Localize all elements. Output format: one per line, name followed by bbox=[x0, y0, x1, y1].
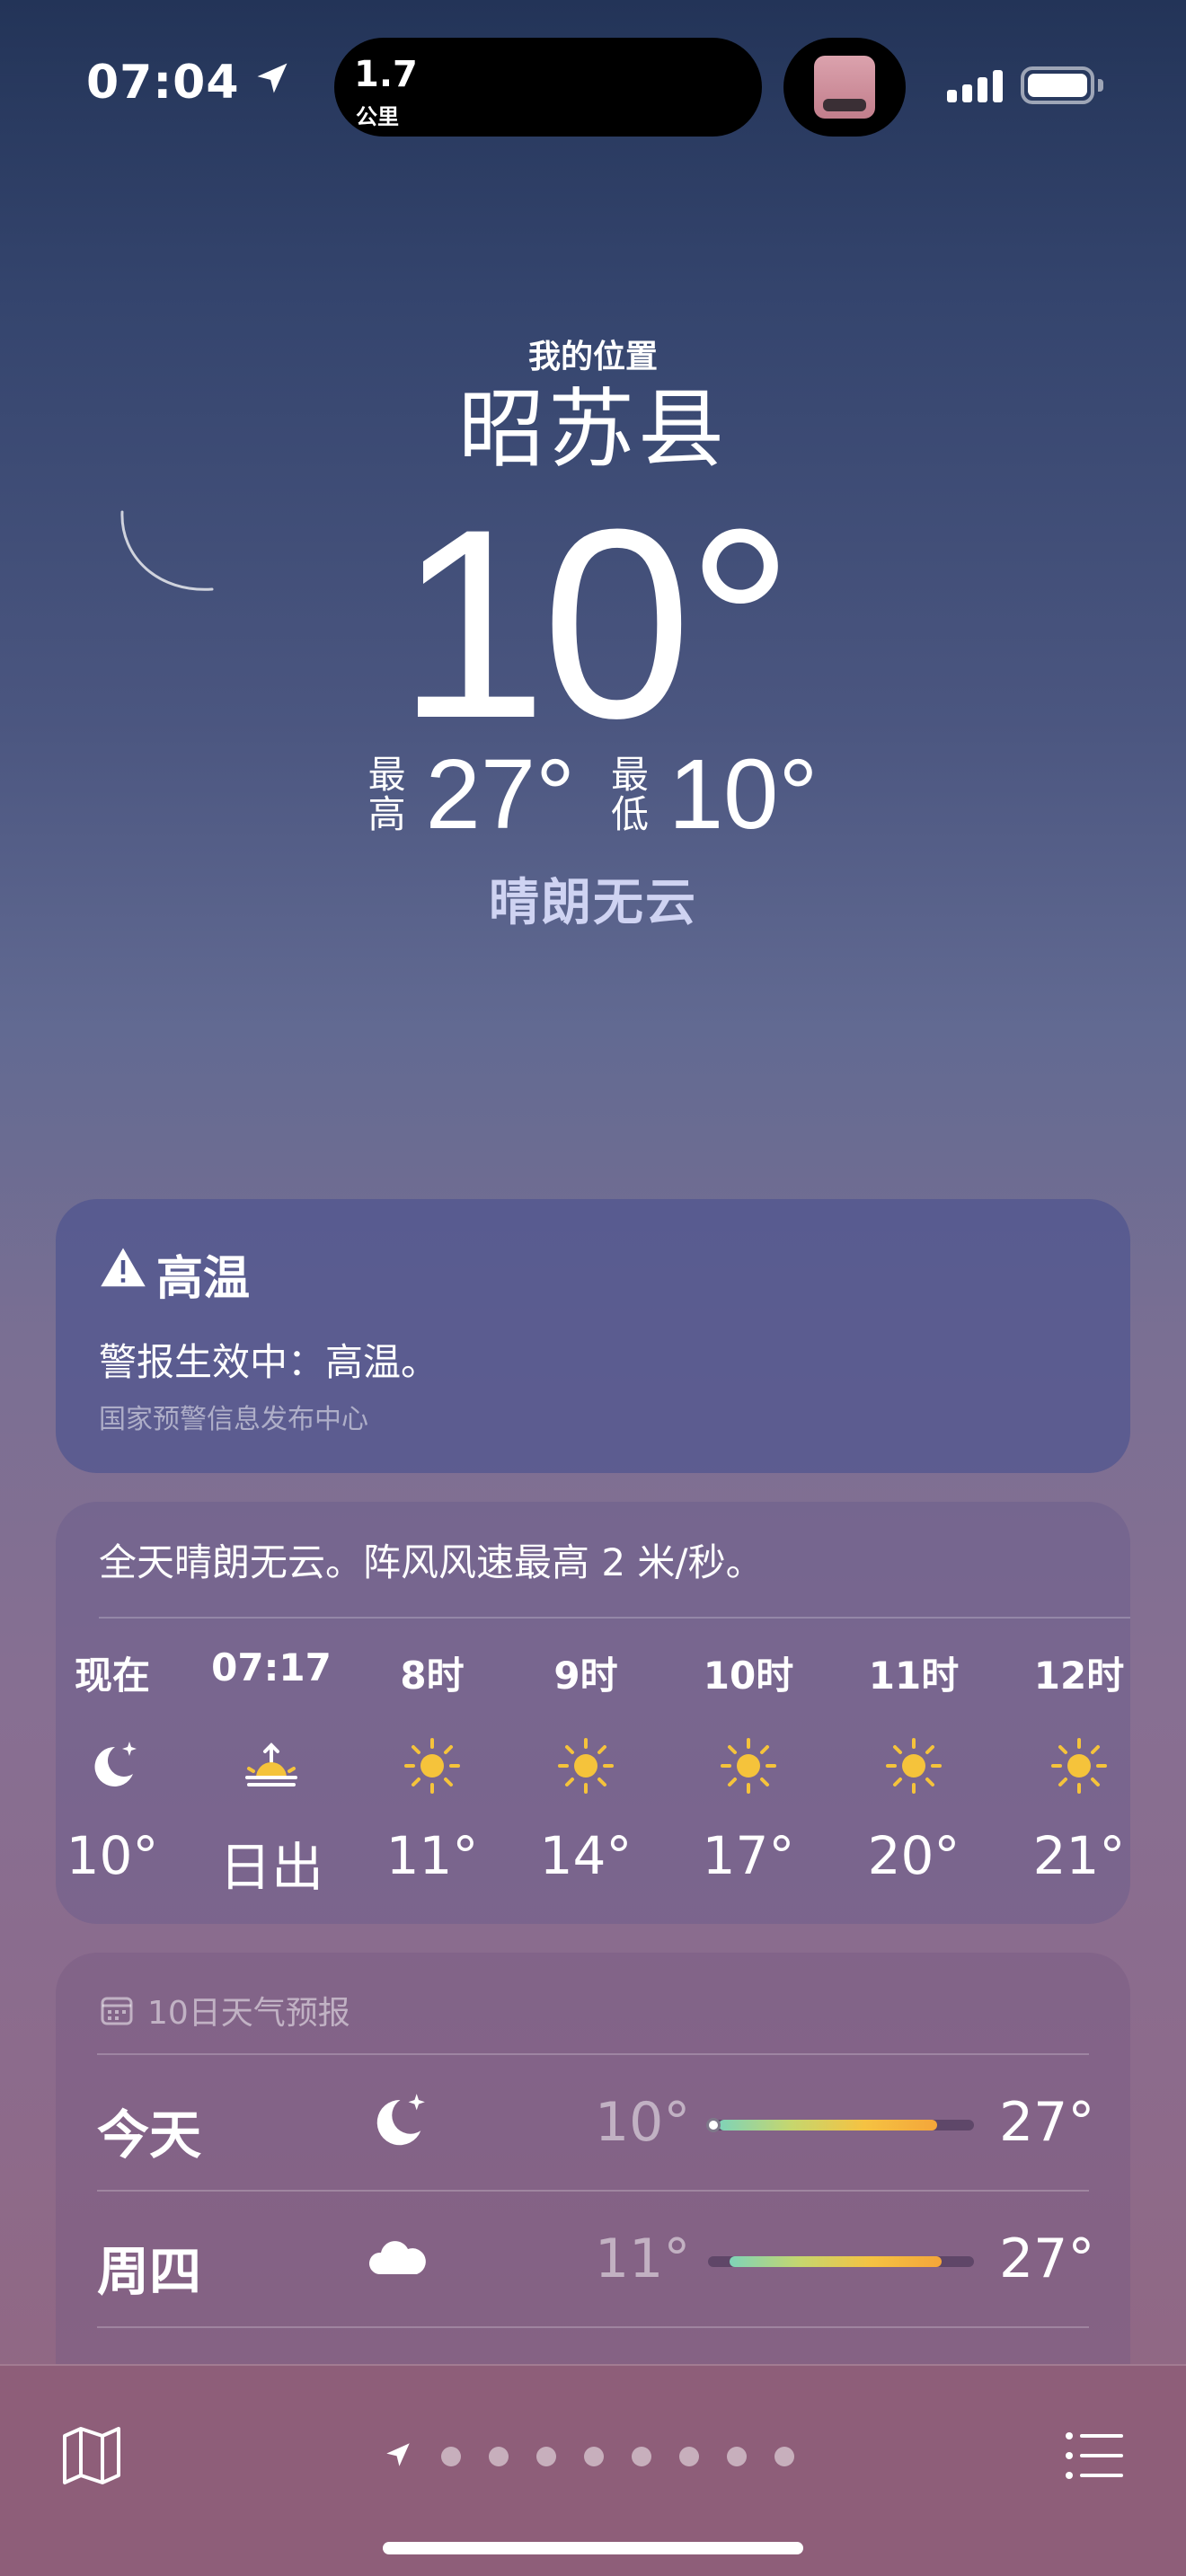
hour-temp: 11° bbox=[385, 1825, 479, 1886]
hour-temp: 日出 bbox=[218, 1837, 323, 1898]
page-dot[interactable] bbox=[774, 2447, 794, 2466]
forecast-day: 周四 bbox=[97, 2241, 202, 2302]
hourly-forecast-card[interactable]: 全天晴朗无云。阵风风速最高 2 米/秒。 现在 10° 07:17 日出 8时 … bbox=[56, 1502, 1130, 1924]
sun-icon bbox=[1012, 1721, 1146, 1811]
hour-item: 12时 21° bbox=[1012, 1645, 1146, 1886]
forecast-low: 10° bbox=[595, 2091, 691, 2154]
clock: 07:04 bbox=[86, 56, 292, 110]
low-value: 10° bbox=[668, 739, 819, 850]
hour-temp: 20° bbox=[867, 1825, 960, 1886]
hour-temp: 17° bbox=[702, 1825, 795, 1886]
page-dot[interactable] bbox=[489, 2447, 509, 2466]
high-label-char-1: 最 bbox=[367, 752, 406, 797]
bottom-toolbar bbox=[0, 2364, 1186, 2576]
high-label-char-2: 高 bbox=[367, 792, 406, 836]
hour-label: 07:17 bbox=[211, 1645, 332, 1689]
hour-label: 10时 bbox=[703, 1654, 794, 1698]
sun-icon bbox=[365, 1721, 500, 1811]
forecast-row[interactable]: 今天 10° 27° bbox=[56, 2055, 1130, 2190]
moon-stars-icon bbox=[45, 1721, 180, 1811]
distance-unit: 公里 bbox=[356, 104, 399, 129]
hour-item: 8时 11° bbox=[365, 1645, 500, 1886]
sun-icon bbox=[681, 1721, 816, 1811]
calendar-icon bbox=[101, 1997, 133, 2025]
forecast-title: 10日天气预报 bbox=[99, 1987, 350, 2033]
low-label-char-2: 低 bbox=[611, 792, 650, 836]
page-dot[interactable] bbox=[679, 2447, 699, 2466]
forecast-high: 27° bbox=[999, 2091, 1095, 2154]
hour-temp: 10° bbox=[66, 1825, 159, 1886]
live-activity-bubble[interactable] bbox=[783, 38, 906, 137]
home-indicator bbox=[383, 2542, 803, 2554]
map-icon[interactable] bbox=[56, 2420, 128, 2492]
dynamic-island[interactable]: 1.7 公里 bbox=[334, 38, 762, 137]
high-temperature: 最 高 27° bbox=[368, 745, 575, 844]
status-bar: 07:04 1.7 公里 bbox=[0, 0, 1186, 171]
page-dot[interactable] bbox=[441, 2447, 461, 2466]
hourly-summary: 全天晴朗无云。阵风风速最高 2 米/秒。 bbox=[99, 1540, 764, 1584]
hour-item: 9时 14° bbox=[518, 1645, 653, 1886]
location-arrow-icon bbox=[252, 56, 292, 110]
clock-time: 07:04 bbox=[86, 56, 240, 110]
divider bbox=[99, 1617, 1130, 1619]
forecast-row[interactable]: 周四 11° 27° bbox=[56, 2192, 1130, 2326]
divider bbox=[97, 2326, 1089, 2328]
list-icon[interactable] bbox=[1058, 2420, 1130, 2492]
city-name: 昭苏县 bbox=[458, 379, 728, 480]
hour-item: 11时 20° bbox=[846, 1645, 981, 1886]
range-fill bbox=[718, 2120, 937, 2130]
forecast-low: 11° bbox=[595, 2228, 691, 2290]
hour-item: 现在 10° bbox=[45, 1645, 180, 1886]
alert-text: 警报生效中：高温。 bbox=[99, 1340, 439, 1384]
high-label: 最 高 bbox=[367, 752, 410, 836]
high-low: 最 高 27° 最 低 10° bbox=[0, 745, 1186, 844]
hour-label: 8时 bbox=[400, 1654, 465, 1698]
cellular-signal-icon bbox=[947, 66, 1003, 102]
weather-condition: 晴朗无云 bbox=[489, 874, 697, 932]
forecast-day: 今天 bbox=[97, 2104, 202, 2166]
alert-source: 国家预警信息发布中心 bbox=[99, 1404, 368, 1435]
ten-day-forecast-card[interactable]: 10日天气预报 今天 10° 27° 周四 11° 27° bbox=[56, 1953, 1130, 2420]
moon-stars-icon bbox=[376, 2094, 425, 2146]
sun-icon bbox=[846, 1721, 981, 1811]
page-dot[interactable] bbox=[584, 2447, 604, 2466]
warning-triangle-icon bbox=[99, 1244, 147, 1304]
hour-label: 11时 bbox=[868, 1654, 960, 1698]
temperature-range-bar bbox=[705, 2118, 974, 2132]
battery-cap bbox=[1098, 79, 1103, 92]
hour-temp: 14° bbox=[539, 1825, 633, 1886]
alert-card[interactable]: 高温 警报生效中：高温。 国家预警信息发布中心 bbox=[56, 1199, 1130, 1473]
forecast-title-text: 10日天气预报 bbox=[147, 1995, 350, 2032]
sun-icon bbox=[518, 1721, 653, 1811]
hour-item: 10时 17° bbox=[681, 1645, 816, 1886]
alert-title: 高温 bbox=[99, 1240, 250, 1308]
page-indicator[interactable] bbox=[383, 2439, 794, 2474]
hour-temp: 21° bbox=[1032, 1825, 1126, 1886]
hour-label: 12时 bbox=[1033, 1654, 1125, 1698]
range-fill bbox=[729, 2256, 943, 2267]
hour-item: 07:17 日出 bbox=[204, 1645, 339, 1901]
location-arrow-icon[interactable] bbox=[383, 2439, 413, 2474]
page-dot[interactable] bbox=[727, 2447, 747, 2466]
weather-header: 我的位置 昭苏县 10° bbox=[0, 331, 1186, 758]
cloud-icon bbox=[368, 2241, 426, 2274]
car-thumbnail-icon bbox=[814, 56, 875, 119]
alert-title-text: 高温 bbox=[156, 1252, 251, 1306]
my-location-label: 我的位置 bbox=[527, 339, 658, 375]
low-temperature: 最 低 10° bbox=[611, 745, 818, 844]
page-dot[interactable] bbox=[632, 2447, 651, 2466]
hour-label: 9时 bbox=[553, 1654, 618, 1698]
sunrise-icon bbox=[204, 1721, 339, 1811]
distance-value: 1.7 bbox=[354, 54, 418, 95]
low-label-char-1: 最 bbox=[611, 752, 650, 797]
temperature-range-bar bbox=[708, 2256, 974, 2267]
current-temperature: 10° bbox=[397, 472, 794, 774]
battery-icon bbox=[1021, 66, 1094, 104]
high-value: 27° bbox=[425, 739, 575, 850]
forecast-high: 27° bbox=[999, 2228, 1095, 2290]
page-dot[interactable] bbox=[536, 2447, 556, 2466]
current-temp-marker bbox=[705, 2118, 721, 2132]
hour-label: 现在 bbox=[74, 1654, 150, 1698]
low-label: 最 低 bbox=[611, 752, 652, 836]
